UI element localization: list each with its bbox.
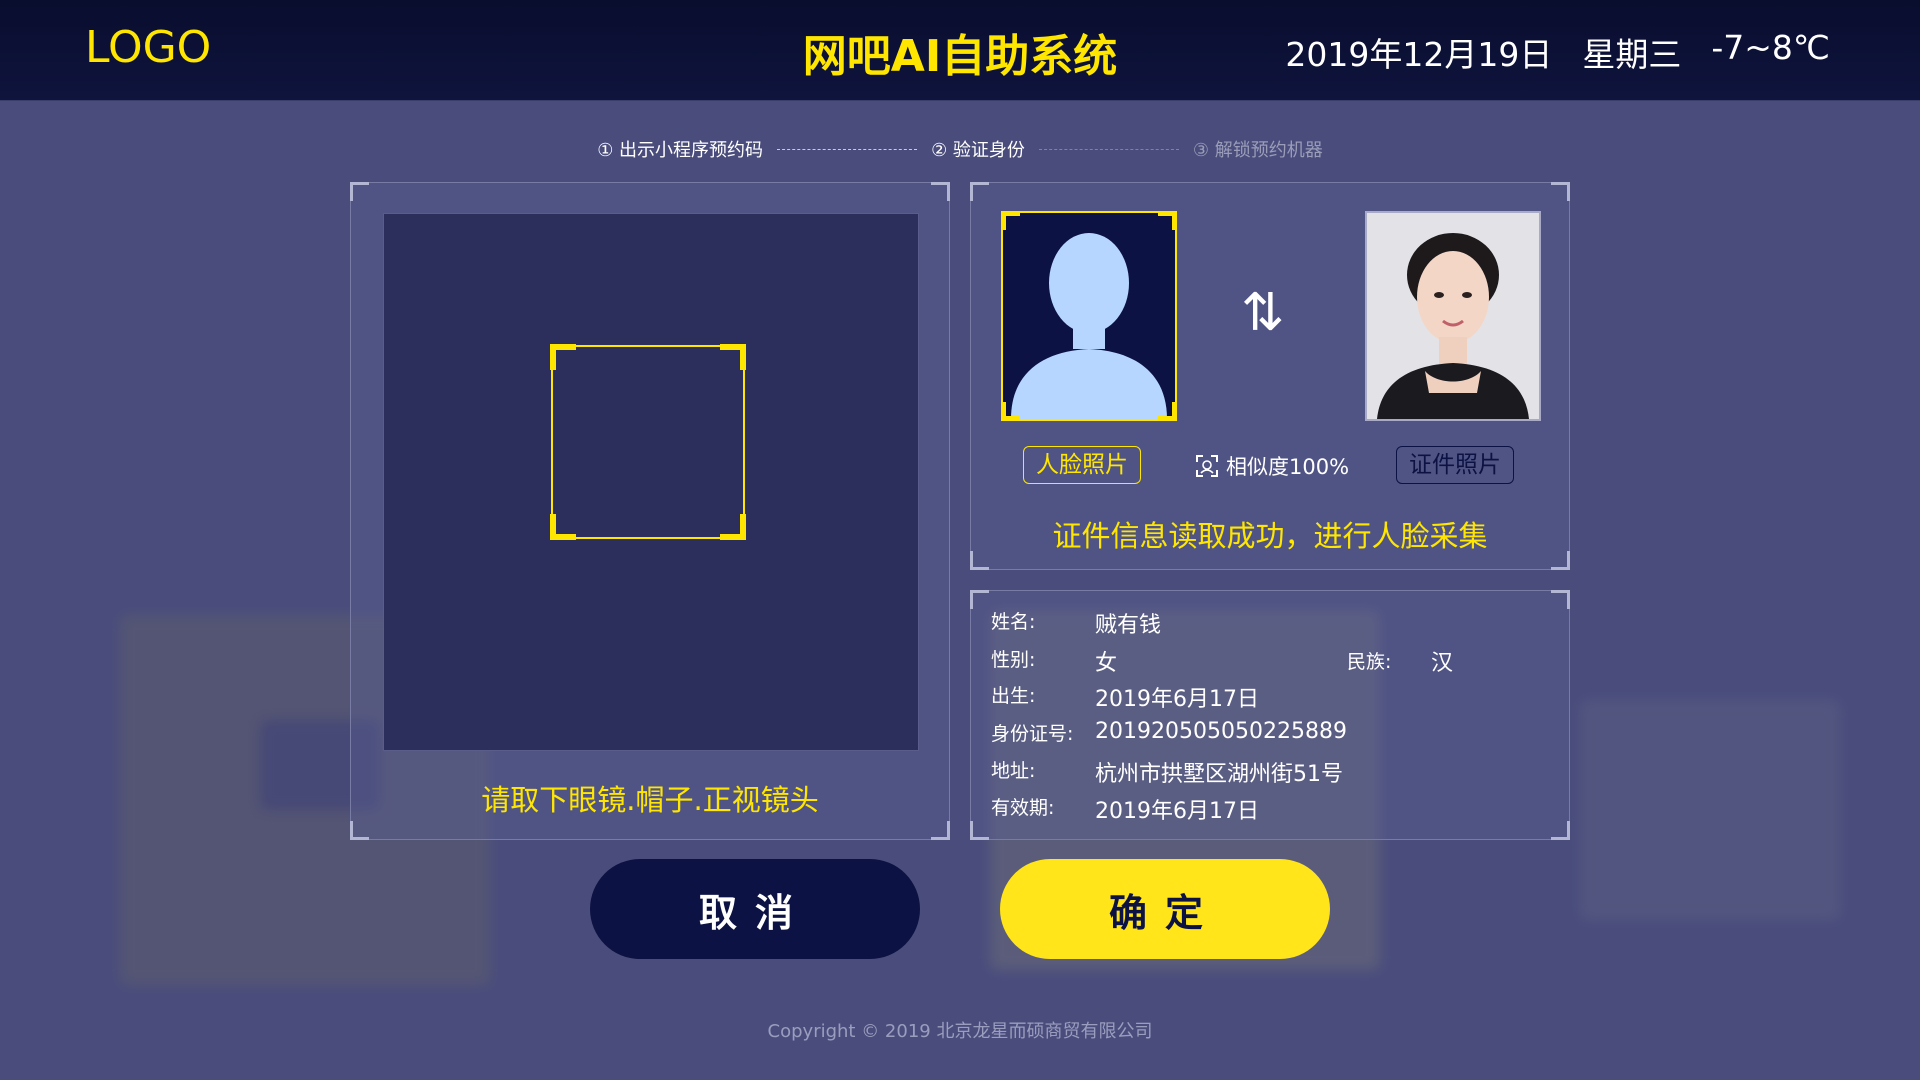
- gender-value: 女: [1095, 651, 1118, 676]
- id-number-label: 身份证号:: [991, 723, 1074, 745]
- birth-label: 出生:: [991, 685, 1036, 707]
- face-focus-frame: [550, 344, 746, 540]
- weekday: 星期三: [1582, 35, 1682, 74]
- step-3: ③ 解锁预约机器: [1192, 140, 1323, 161]
- step-1: ① 出示小程序预约码: [597, 140, 764, 161]
- name-value: 贼有钱: [1095, 613, 1162, 638]
- cancel-button[interactable]: 取消: [590, 859, 920, 959]
- step-connector: [777, 148, 918, 150]
- name-label: 姓名:: [991, 611, 1036, 633]
- camera-panel: 请取下眼镜.帽子.正视镜头: [350, 182, 950, 840]
- id-info-panel: 姓名: 贼有钱 性别: 女 民族: 汉 出生: 2019年6月17日 身份证号:…: [970, 590, 1570, 840]
- ethnic-value: 汉: [1431, 651, 1454, 676]
- id-photo-tag: 证件照片: [1396, 446, 1514, 484]
- similarity-value: 相似度100%: [1226, 455, 1350, 479]
- copyright: Copyright © 2019 北京龙星而硕商贸有限公司: [767, 1021, 1153, 1042]
- address-row: 地址: 杭州市拱墅区湖州街51号: [991, 756, 1343, 788]
- address-value: 杭州市拱墅区湖州街51号: [1095, 762, 1343, 787]
- swap-vertical-icon: ⇅: [1241, 283, 1285, 343]
- step-2: ② 验证身份: [931, 140, 1025, 161]
- ethnic-label: 民族:: [1347, 651, 1392, 673]
- face-photo-avatar: [1001, 211, 1177, 421]
- camera-tip: 请取下眼镜.帽子.正视镜头: [481, 783, 819, 817]
- birth-row: 出生: 2019年6月17日: [991, 681, 1259, 713]
- birth-value: 2019年6月17日: [1095, 687, 1259, 712]
- similarity-readout: 相似度100%: [1196, 451, 1349, 481]
- address-label: 地址:: [991, 760, 1036, 782]
- date-weather: 2019年12月19日 星期三 -7~8℃: [1285, 28, 1830, 76]
- name-row: 姓名: 贼有钱: [991, 607, 1161, 639]
- valid-value: 2019年6月17日: [1095, 799, 1259, 824]
- date: 2019年12月19日: [1285, 35, 1553, 74]
- background-blur: [1580, 700, 1840, 920]
- photo-compare-panel: ⇅ 人脸照片 相似度100% 证件照片 证件信息读取成功，进行人脸采集: [970, 182, 1570, 570]
- face-photo-tag: 人脸照片: [1023, 446, 1141, 484]
- id-card-photo: [1365, 211, 1541, 421]
- gender-label: 性别:: [991, 649, 1036, 671]
- step-connector: [1038, 148, 1179, 150]
- valid-row: 有效期: 2019年6月17日: [991, 793, 1259, 825]
- id-number-value: 201920505050225889: [1095, 719, 1347, 744]
- top-header: LOGO 网吧AI自助系统 2019年12月19日 星期三 -7~8℃: [0, 0, 1920, 101]
- camera-preview: [383, 213, 919, 751]
- step-indicator: ① 出示小程序预约码 ② 验证身份 ③ 解锁预约机器: [0, 136, 1920, 162]
- temperature: -7~8℃: [1711, 28, 1830, 67]
- face-scan-icon: [1196, 455, 1218, 477]
- compare-status: 证件信息读取成功，进行人脸采集: [1052, 519, 1488, 553]
- id-number-row: 身份证号: 201920505050225889: [991, 719, 1347, 746]
- confirm-button[interactable]: 确定: [1000, 859, 1330, 959]
- person-silhouette-icon: [1003, 213, 1175, 419]
- valid-label: 有效期:: [991, 797, 1055, 819]
- gender-row: 性别: 女: [991, 645, 1117, 677]
- id-portrait-image: [1367, 213, 1539, 419]
